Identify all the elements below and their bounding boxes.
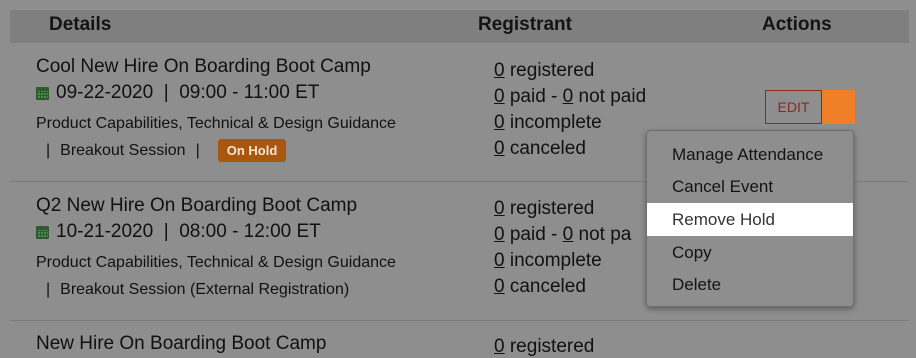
table-header: Details Registrant Actions xyxy=(10,10,909,43)
incomplete-count: 0 incomplete xyxy=(494,112,602,133)
separator: | xyxy=(46,281,51,298)
menu-item-cancel-event[interactable]: Cancel Event xyxy=(647,170,853,203)
incomplete-count: 0 incomplete xyxy=(494,250,602,271)
session-type: Breakout Session xyxy=(60,141,186,159)
not-paid-link[interactable]: 0 xyxy=(563,86,574,107)
incomplete-link[interactable]: 0 xyxy=(494,112,505,133)
event-category: Product Capabilities, Technical & Design… xyxy=(36,254,396,271)
canceled-count: 0 canceled xyxy=(494,138,586,159)
not-paid-link[interactable]: 0 xyxy=(563,224,574,245)
paid-link[interactable]: 0 xyxy=(494,224,505,245)
separator: | xyxy=(195,141,200,159)
edit-split-button: EDIT xyxy=(765,90,855,124)
registered-link[interactable]: 0 xyxy=(494,60,505,81)
row-divider xyxy=(10,320,909,321)
calendar-icon xyxy=(36,225,49,239)
menu-item-copy[interactable]: Copy xyxy=(647,236,853,269)
event-session: | Breakout Session (External Registratio… xyxy=(36,281,349,299)
column-header-details: Details xyxy=(49,14,112,35)
column-header-registrant: Registrant xyxy=(478,14,572,35)
registered-link[interactable]: 0 xyxy=(494,198,505,219)
event-title[interactable]: Q2 New Hire On Boarding Boot Camp xyxy=(36,195,357,217)
registered-link[interactable]: 0 xyxy=(494,336,505,357)
canceled-link[interactable]: 0 xyxy=(494,138,505,159)
event-session: | Breakout Session | On Hold xyxy=(36,139,287,162)
registered-count: 0 registered xyxy=(494,336,595,357)
event-title[interactable]: Cool New Hire On Boarding Boot Camp xyxy=(36,56,371,78)
edit-dropdown-toggle[interactable] xyxy=(822,90,855,124)
event-title[interactable]: New Hire On Boarding Boot Camp xyxy=(36,333,326,355)
separator: | xyxy=(46,141,51,159)
incomplete-link[interactable]: 0 xyxy=(494,250,505,271)
paid-link[interactable]: 0 xyxy=(494,86,505,107)
event-date-time: 10-21-2020 | 08:00 - 12:00 ET xyxy=(36,221,321,243)
menu-item-remove-hold[interactable]: Remove Hold xyxy=(647,203,853,236)
actions-dropdown-menu: Manage Attendance Cancel Event Remove Ho… xyxy=(646,130,854,307)
menu-item-manage-attendance[interactable]: Manage Attendance xyxy=(647,138,853,171)
status-badge: On Hold xyxy=(217,139,287,162)
canceled-link[interactable]: 0 xyxy=(494,276,505,297)
event-date-time: 09-22-2020 | 09:00 - 11:00 ET xyxy=(36,82,319,104)
canceled-count: 0 canceled xyxy=(494,276,586,297)
column-header-actions: Actions xyxy=(762,14,832,35)
paid-count: 0 paid - 0 not pa xyxy=(494,224,632,245)
menu-item-delete[interactable]: Delete xyxy=(647,268,853,301)
registered-count: 0 registered xyxy=(494,60,595,81)
session-type: Breakout Session (External Registration) xyxy=(60,281,350,298)
registered-count: 0 registered xyxy=(494,198,595,219)
edit-button[interactable]: EDIT xyxy=(765,90,822,124)
event-category: Product Capabilities, Technical & Design… xyxy=(36,115,396,132)
calendar-icon xyxy=(36,86,49,100)
paid-count: 0 paid - 0 not paid xyxy=(494,86,647,107)
